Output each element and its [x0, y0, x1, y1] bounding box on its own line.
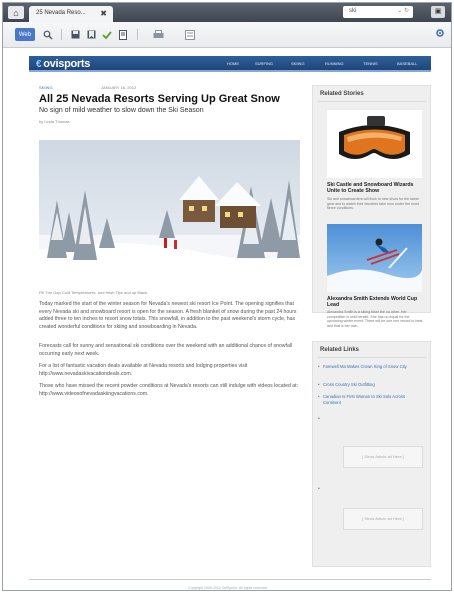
logo-swirl-icon: € — [36, 59, 42, 70]
related-link[interactable]: Cross Country Ski Outfitting — [318, 382, 423, 388]
address-bar[interactable]: ski ⌄ ↻ — [343, 6, 413, 18]
bullet: • — [318, 416, 320, 422]
window-menu-icon[interactable]: ▣ — [431, 6, 445, 18]
settings-icon[interactable] — [435, 28, 445, 40]
article-paragraph: For a list of fantastic vacation deals a… — [39, 363, 248, 377]
nav-running[interactable]: RUNNING — [325, 61, 344, 66]
print-icon[interactable] — [151, 28, 165, 41]
story-image-skier[interactable] — [327, 224, 422, 292]
bullet: • — [318, 486, 320, 492]
article-headline: All 25 Nevada Resorts Serving Up Great S… — [39, 93, 280, 105]
photo-caption: Fill The Gap Cold Temperatures, and fres… — [39, 290, 148, 295]
home-icon[interactable]: ⌂ — [8, 6, 24, 19]
article-photo — [39, 140, 300, 283]
logo-text: ovisports — [43, 58, 91, 70]
tab-active[interactable]: 25 Nevada Reso... ✖ — [29, 6, 113, 22]
address-text: ski — [349, 8, 357, 14]
related-link[interactable]: Canadian Is First Woman to Ski Solo Acro… — [318, 394, 423, 405]
article-subheadline: No sign of mild weather to slow down the… — [39, 107, 204, 114]
related-stories-title: Related Stories — [320, 91, 364, 97]
story-summary: Ski and snowboarders will flock to new s… — [327, 197, 419, 211]
story-title[interactable]: Alexandra Smith Extends World Cup Lead — [327, 296, 423, 308]
browser-window: ⌂ 25 Nevada Reso... ✖ ski ⌄ ↻ ▣ Web € ov… — [2, 2, 452, 591]
article-byline: by Linda Thomas — [39, 119, 70, 124]
related-stories-panel: Related Stories Ski Castle and Snowboard… — [312, 85, 431, 328]
toolbar: Web — [3, 22, 451, 48]
story-image-goggles[interactable] — [327, 110, 422, 178]
article-paragraph: Those who have missed the recent powder … — [39, 383, 299, 397]
copyright-text: Copyright 2009-2012 OviSports. All right… — [188, 586, 268, 590]
related-links-panel: Related Links Farewell Ma Makes Crown Ki… — [312, 341, 431, 567]
site-logo[interactable]: € ovisports — [36, 58, 90, 70]
related-link[interactable]: Farewell Ma Makes Crown King of Snow Cit… — [318, 364, 423, 370]
web-page: € ovisports HOME SURFING SKIING RUNNING T… — [19, 49, 437, 590]
page-icon[interactable] — [117, 28, 129, 41]
site-header: € ovisports HOME SURFING SKIING RUNNING T… — [29, 56, 431, 72]
ad-placeholder[interactable]: [ Show Article ad Here ] — [343, 446, 423, 468]
web-button[interactable]: Web — [15, 28, 35, 41]
story-summary: Alexandra Smith is a skiing biker the no… — [327, 310, 423, 328]
nav-baseball[interactable]: BASEBALL — [397, 61, 417, 66]
nav-tennis[interactable]: TENNIS — [363, 61, 378, 66]
article-paragraph: Today marked the start of the winter sea… — [39, 301, 297, 330]
article-date: JANUARY 16, 2012 — [101, 85, 137, 90]
article-paragraph: Forecasts call for sunny and sensational… — [39, 343, 293, 357]
bookmark-icon[interactable] — [85, 28, 97, 41]
related-links-title: Related Links — [320, 347, 360, 353]
tools-icon[interactable] — [183, 28, 197, 41]
nav-home[interactable]: HOME — [227, 61, 239, 66]
nav-skiing[interactable]: SKIING — [291, 61, 305, 66]
tab-bar: ⌂ 25 Nevada Reso... ✖ ski ⌄ ↻ ▣ — [3, 3, 451, 22]
story-title[interactable]: Ski Castle and Snowboard Wizards Unite t… — [327, 182, 423, 194]
check-icon[interactable] — [101, 28, 113, 41]
close-tab-icon[interactable]: ✖ — [100, 9, 107, 18]
ad-placeholder[interactable]: [ Show Article ad Here ] — [343, 508, 423, 530]
nav-surfing[interactable]: SURFING — [255, 61, 273, 66]
address-controls-icon[interactable]: ⌄ ↻ — [397, 7, 409, 14]
article-category[interactable]: SKIING — [39, 85, 53, 90]
tab-title: 25 Nevada Reso... — [36, 10, 86, 16]
search-icon[interactable] — [41, 28, 55, 41]
save-icon[interactable] — [69, 28, 81, 41]
